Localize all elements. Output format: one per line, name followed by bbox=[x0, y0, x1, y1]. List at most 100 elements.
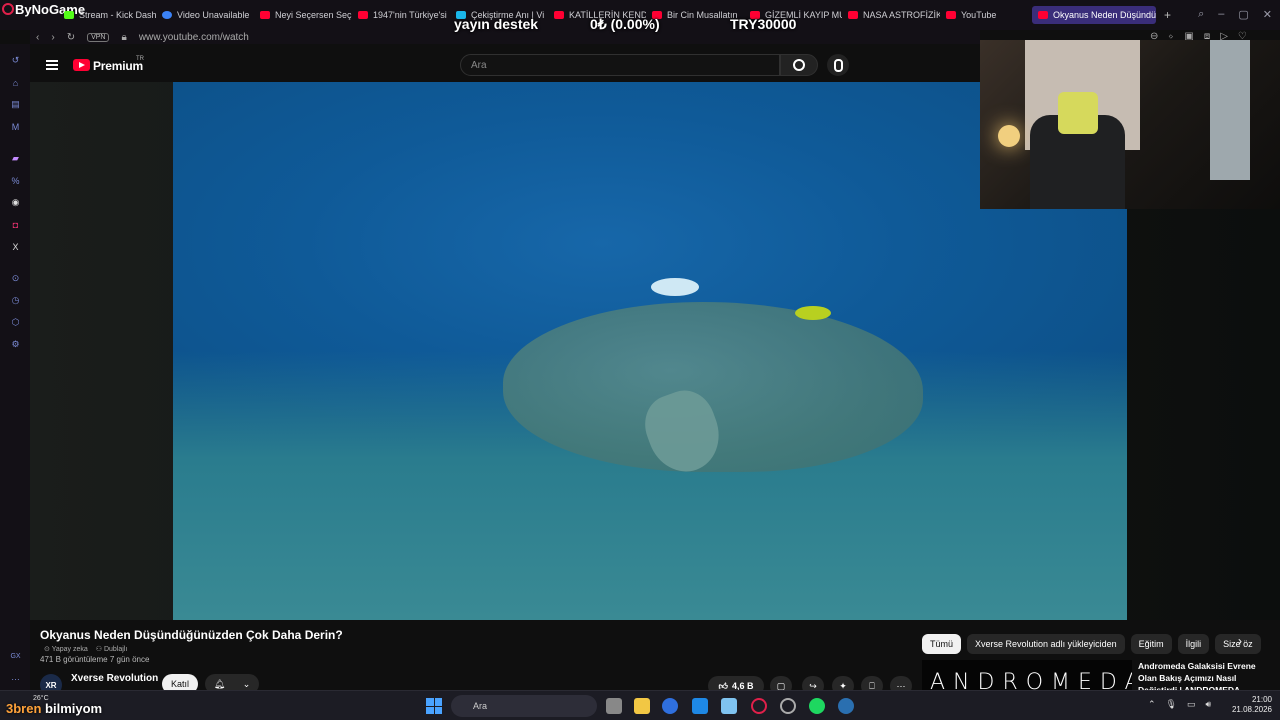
chip-uploader[interactable]: Xverse Revolution adlı yükleyiciden bbox=[967, 634, 1125, 654]
forward-icon[interactable]: › bbox=[51, 32, 54, 43]
webcam-person bbox=[1058, 92, 1098, 134]
chip-all[interactable]: Tümü bbox=[922, 634, 962, 654]
tab-youtube-home[interactable]: YouTube bbox=[940, 6, 1032, 24]
windows-start-icon[interactable] bbox=[426, 698, 442, 714]
tab-youtube-6[interactable]: NASA ASTROFİZİK bbox=[842, 6, 940, 24]
channel-name[interactable]: Xverse Revolution bbox=[71, 673, 158, 684]
url-field[interactable]: www.youtube.com/watch bbox=[139, 32, 249, 43]
tab-label: Okyanus Neden Düşündüğ bbox=[1053, 10, 1156, 20]
streamer-webcam bbox=[980, 40, 1280, 209]
x-icon[interactable]: X bbox=[9, 240, 22, 253]
twitch-icon[interactable]: ▰ bbox=[9, 152, 22, 165]
clock-time: 21:00 bbox=[1251, 695, 1272, 704]
taskbar-search-label: Ara bbox=[473, 701, 488, 711]
streamer-name-overlay: 3bren bilmiyom bbox=[6, 701, 102, 716]
address-bar: ‹ › ↻ VPN 🔒︎ www.youtube.com/watch bbox=[30, 30, 980, 44]
video-icon bbox=[162, 11, 172, 19]
tab-label: Neyi Seçersen Seç bbox=[275, 10, 352, 20]
new-tab-button[interactable]: + bbox=[1164, 8, 1171, 22]
bell-icon: 🔔︎ bbox=[213, 678, 226, 689]
tab-label: YouTube bbox=[961, 10, 997, 20]
reload-icon[interactable]: ↻ bbox=[67, 32, 75, 43]
opera-sidebar: ↺ ⌂ ▤ M ▰ % ◉ ◘ X ⊙ ◷ ⬡ ⚙ GX … bbox=[0, 44, 30, 690]
ai-label: Yapay zeka bbox=[51, 646, 88, 653]
youtube-icon bbox=[554, 11, 564, 19]
donation-goal: TRY30000 bbox=[730, 16, 797, 32]
percent-icon[interactable]: % bbox=[9, 174, 22, 187]
donation-progress: 0₺ (0.00%) bbox=[590, 16, 660, 32]
thumbnail-text: ANDROMEDA bbox=[930, 670, 1132, 690]
yellow-fish bbox=[795, 306, 831, 320]
recommended-title[interactable]: Andromeda Galaksisi Evrene Olan Bakış Aç… bbox=[1138, 660, 1268, 690]
recommended-thumbnail[interactable]: ANDROMEDA bbox=[922, 660, 1132, 690]
minimize-icon[interactable]: – bbox=[1218, 8, 1224, 21]
tab-label: Bir Cin Musallatın bbox=[667, 10, 738, 20]
youtube-icon bbox=[848, 11, 858, 19]
search-input[interactable]: Ara bbox=[460, 54, 780, 76]
system-tray: ⌃ 🎙︎ ▭ 🔊︎ bbox=[1148, 699, 1211, 710]
youtube-header: Premium TR Ara bbox=[30, 46, 980, 82]
discord-icon[interactable]: ◉ bbox=[9, 196, 22, 209]
opera-gx-icon[interactable] bbox=[780, 698, 796, 714]
taskbar-search[interactable]: Ara bbox=[451, 695, 597, 717]
display-icon[interactable]: ▭ bbox=[1187, 699, 1196, 710]
clock[interactable]: 21:00 21.08.2026 bbox=[1228, 695, 1272, 715]
spotify-icon[interactable] bbox=[809, 698, 825, 714]
chip-related[interactable]: İlgili bbox=[1177, 634, 1210, 654]
store-icon[interactable]: ▤ bbox=[9, 98, 22, 111]
ai-badge: ⊙ Yapay zeka bbox=[44, 646, 88, 653]
search-button[interactable] bbox=[780, 54, 818, 76]
gx-icon[interactable]: GX bbox=[9, 650, 22, 663]
chevron-down-icon: ⌄ bbox=[242, 678, 251, 689]
search-tabs-icon[interactable]: ⌕ bbox=[1198, 8, 1204, 21]
filter-chips: Tümü Xverse Revolution adlı yükleyiciden… bbox=[922, 634, 1261, 654]
store-taskbar-icon[interactable] bbox=[692, 698, 708, 714]
window-controls: ⌕ – ▢ ✕ bbox=[1198, 8, 1272, 21]
opera-icon[interactable] bbox=[751, 698, 767, 714]
m-icon[interactable]: M bbox=[9, 120, 22, 133]
windows-taskbar: 26°C 3bren bilmiyom Ara ⌃ 🎙︎ ▭ 🔊︎ 21:00 … bbox=[0, 690, 1280, 720]
tab-label: 1947'nin Türkiye'si bbox=[373, 10, 447, 20]
speed-dial-icon[interactable]: ↺ bbox=[9, 54, 22, 67]
video-title: Okyanus Neden Düşündüğünüzden Çok Daha D… bbox=[40, 628, 343, 642]
chevron-up-icon[interactable]: ⌃ bbox=[1148, 699, 1156, 710]
mic-tray-icon[interactable]: 🎙︎ bbox=[1166, 699, 1177, 710]
lock-icon: 🔒︎ bbox=[121, 31, 127, 43]
volume-icon[interactable]: 🔊︎ bbox=[1206, 699, 1212, 710]
voice-search-button[interactable] bbox=[827, 54, 849, 76]
settings-icon[interactable]: ⚙ bbox=[9, 338, 22, 351]
close-icon[interactable]: ✕ bbox=[1263, 8, 1272, 21]
tab-youtube-2[interactable]: 1947'nin Türkiye'si bbox=[352, 6, 450, 24]
region-code: TR bbox=[136, 56, 144, 62]
more-icon[interactable]: … bbox=[9, 670, 22, 683]
photos-icon[interactable] bbox=[721, 698, 737, 714]
video-badges: ⊙ Yapay zeka ⚇ Dublajlı bbox=[44, 645, 127, 653]
back-icon[interactable]: ‹ bbox=[36, 32, 39, 43]
app-icon[interactable] bbox=[662, 698, 678, 714]
player-sidebar-icon[interactable]: ⊙ bbox=[9, 272, 22, 285]
menu-icon[interactable] bbox=[46, 60, 58, 70]
history-icon[interactable]: ◷ bbox=[9, 294, 22, 307]
task-view-icon[interactable] bbox=[606, 698, 622, 714]
dubbed-label: Dublajlı bbox=[103, 646, 128, 653]
tab-label: Stream - Kick Dash bbox=[79, 10, 156, 20]
steam-icon[interactable] bbox=[838, 698, 854, 714]
tab-youtube-1[interactable]: Neyi Seçersen Seç bbox=[254, 6, 352, 24]
file-explorer-icon[interactable] bbox=[634, 698, 650, 714]
youtube-icon bbox=[260, 11, 270, 19]
chip-education[interactable]: Eğitim bbox=[1130, 634, 1172, 654]
tab-kick[interactable]: Stream - Kick Dash bbox=[58, 6, 156, 24]
chevron-right-icon[interactable]: › bbox=[1238, 634, 1242, 648]
webcam-lamp bbox=[998, 125, 1020, 147]
tab-label: NASA ASTROFİZİK bbox=[863, 10, 940, 20]
youtube-logo-icon[interactable] bbox=[73, 59, 90, 71]
crypto-icon[interactable]: ⬡ bbox=[9, 316, 22, 329]
tab-active[interactable]: Okyanus Neden Düşündüğ bbox=[1032, 6, 1156, 24]
tab-video-unavailable[interactable]: Video Unavailable bbox=[156, 6, 254, 24]
vpn-badge[interactable]: VPN bbox=[87, 32, 110, 42]
wallet-icon[interactable]: ⌂ bbox=[9, 76, 22, 89]
maximize-icon[interactable]: ▢ bbox=[1238, 8, 1248, 21]
name-text: bilmiyom bbox=[45, 701, 103, 716]
webcam-window bbox=[1210, 40, 1250, 180]
instagram-icon[interactable]: ◘ bbox=[9, 218, 22, 231]
